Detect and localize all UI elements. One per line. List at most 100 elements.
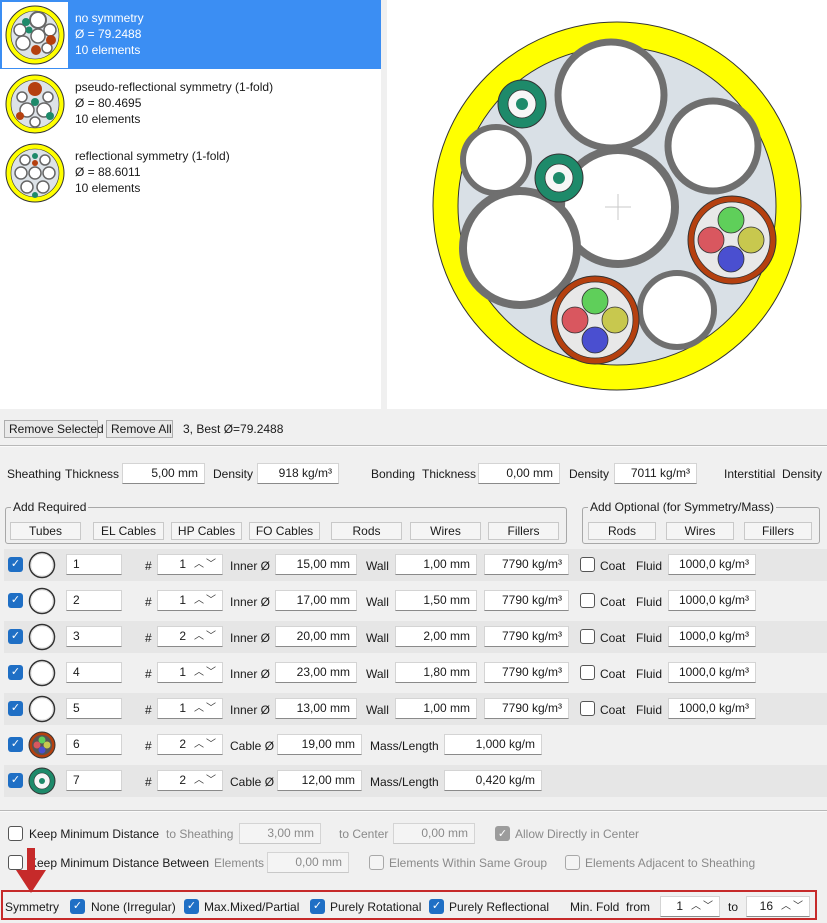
- coat-checkbox[interactable]: [580, 665, 595, 680]
- inner-diameter-field[interactable]: 17,00 mm: [275, 590, 357, 611]
- bonding-thickness-field[interactable]: 0,00 mm: [478, 463, 560, 484]
- solution-thumbnail: [5, 143, 65, 203]
- fluid-density-field[interactable]: 1000,0 kg/m³: [668, 590, 756, 611]
- add-fo-cables-button[interactable]: FO Cables: [249, 522, 320, 540]
- element-name-field[interactable]: 1: [66, 554, 122, 575]
- add-tubes-button[interactable]: Tubes: [10, 522, 81, 540]
- wall-thickness-field[interactable]: 1,00 mm: [395, 554, 477, 575]
- count-label: #: [145, 739, 152, 753]
- wall-thickness-field[interactable]: 1,00 mm: [395, 698, 477, 719]
- sheathing-density-field[interactable]: 918 kg/m³: [257, 463, 339, 484]
- up-down-icon[interactable]: ︿﹀: [194, 555, 218, 574]
- solution-list[interactable]: no symmetry Ø = 79.2488 10 elements pseu…: [0, 0, 381, 409]
- element-name-field[interactable]: 2: [66, 590, 122, 611]
- wall-density-field[interactable]: 7790 kg/m³: [484, 626, 569, 647]
- bonding-density-field[interactable]: 7011 kg/m³: [614, 463, 697, 484]
- symmetry-reflectional-checkbox[interactable]: ✓: [429, 899, 444, 914]
- add-optional-wires-button[interactable]: Wires: [666, 522, 734, 540]
- wall-label: Wall: [366, 595, 389, 609]
- cable-diameter-field[interactable]: 12,00 mm: [277, 770, 362, 791]
- solution-text: no symmetry Ø = 79.2488 10 elements: [75, 10, 144, 58]
- up-down-icon[interactable]: ︿﹀: [194, 771, 218, 790]
- keep-min-distance-checkbox[interactable]: [8, 826, 23, 841]
- add-optional-fillers-button[interactable]: Fillers: [744, 522, 812, 540]
- element-count-stepper[interactable]: 2 ︿﹀: [157, 626, 223, 647]
- coat-checkbox[interactable]: [580, 557, 595, 572]
- up-down-icon[interactable]: ︿﹀: [781, 897, 805, 916]
- coat-checkbox[interactable]: [580, 629, 595, 644]
- cross-section-preview: [387, 0, 827, 409]
- remove-all-button[interactable]: Remove All: [106, 420, 173, 438]
- add-wires-button[interactable]: Wires: [410, 522, 481, 540]
- up-down-icon[interactable]: ︿﹀: [194, 735, 218, 754]
- sheathing-density-label: Density: [213, 467, 254, 481]
- elements-distance-field[interactable]: 0,00 mm: [267, 852, 349, 873]
- add-rods-button[interactable]: Rods: [331, 522, 402, 540]
- allow-center-checkbox[interactable]: ✓: [495, 826, 510, 841]
- element-enabled-checkbox[interactable]: ✓: [8, 737, 23, 752]
- add-fillers-button[interactable]: Fillers: [488, 522, 559, 540]
- element-name-field[interactable]: 6: [66, 734, 122, 755]
- fold-to-stepper[interactable]: 16 ︿﹀: [746, 896, 810, 917]
- to-center-field[interactable]: 0,00 mm: [393, 823, 475, 844]
- coat-checkbox[interactable]: [580, 593, 595, 608]
- wall-density-field[interactable]: 7790 kg/m³: [484, 554, 569, 575]
- sheathing-thickness-field[interactable]: 5,00 mm: [122, 463, 205, 484]
- symmetry-mixed-checkbox[interactable]: ✓: [184, 899, 199, 914]
- coat-checkbox[interactable]: [580, 701, 595, 716]
- element-enabled-checkbox[interactable]: ✓: [8, 665, 23, 680]
- inner-diameter-field[interactable]: 15,00 mm: [275, 554, 357, 575]
- wall-density-field[interactable]: 7790 kg/m³: [484, 590, 569, 611]
- fluid-density-field[interactable]: 1000,0 kg/m³: [668, 698, 756, 719]
- element-name-field[interactable]: 4: [66, 662, 122, 683]
- element-name-field[interactable]: 3: [66, 626, 122, 647]
- up-down-icon[interactable]: ︿﹀: [194, 699, 218, 718]
- element-enabled-checkbox[interactable]: ✓: [8, 557, 23, 572]
- element-enabled-checkbox[interactable]: ✓: [8, 773, 23, 788]
- inner-diameter-field[interactable]: 13,00 mm: [275, 698, 357, 719]
- solution-item-no-symmetry[interactable]: no symmetry Ø = 79.2488 10 elements: [0, 0, 381, 69]
- inner-diameter-field[interactable]: 20,00 mm: [275, 626, 357, 647]
- fluid-density-field[interactable]: 1000,0 kg/m³: [668, 662, 756, 683]
- element-enabled-checkbox[interactable]: ✓: [8, 701, 23, 716]
- element-count-stepper[interactable]: 1 ︿﹀: [157, 554, 223, 575]
- inner-diameter-field[interactable]: 23,00 mm: [275, 662, 357, 683]
- element-count-stepper[interactable]: 1 ︿﹀: [157, 662, 223, 683]
- wall-thickness-field[interactable]: 1,50 mm: [395, 590, 477, 611]
- element-count-stepper[interactable]: 2 ︿﹀: [157, 734, 223, 755]
- cable-diameter-field[interactable]: 19,00 mm: [277, 734, 362, 755]
- wall-thickness-field[interactable]: 1,80 mm: [395, 662, 477, 683]
- element-name-field[interactable]: 5: [66, 698, 122, 719]
- mass-length-field[interactable]: 0,420 kg/m: [444, 770, 542, 791]
- element-count-stepper[interactable]: 1 ︿﹀: [157, 698, 223, 719]
- symmetry-none-checkbox[interactable]: ✓: [70, 899, 85, 914]
- fold-from-stepper[interactable]: 1 ︿﹀: [660, 896, 720, 917]
- element-name-field[interactable]: 7: [66, 770, 122, 791]
- add-optional-rods-button[interactable]: Rods: [588, 522, 656, 540]
- add-hp-cables-button[interactable]: HP Cables: [171, 522, 242, 540]
- same-group-checkbox[interactable]: [369, 855, 384, 870]
- adjacent-sheathing-checkbox[interactable]: [565, 855, 580, 870]
- wall-thickness-field[interactable]: 2,00 mm: [395, 626, 477, 647]
- up-down-icon[interactable]: ︿﹀: [194, 591, 218, 610]
- solution-item-reflectional[interactable]: reflectional symmetry (1-fold) Ø = 88.60…: [0, 138, 381, 207]
- element-enabled-checkbox[interactable]: ✓: [8, 593, 23, 608]
- up-down-icon[interactable]: ︿﹀: [194, 627, 218, 646]
- to-sheathing-field[interactable]: 3,00 mm: [239, 823, 321, 844]
- fluid-density-field[interactable]: 1000,0 kg/m³: [668, 626, 756, 647]
- up-down-icon[interactable]: ︿﹀: [194, 663, 218, 682]
- element-count-stepper[interactable]: 2 ︿﹀: [157, 770, 223, 791]
- wall-density-field[interactable]: 7790 kg/m³: [484, 662, 569, 683]
- up-down-icon[interactable]: ︿﹀: [691, 897, 715, 916]
- remove-selected-button[interactable]: Remove Selected: [4, 420, 104, 438]
- wall-density-field[interactable]: 7790 kg/m³: [484, 698, 569, 719]
- element-enabled-checkbox[interactable]: ✓: [8, 629, 23, 644]
- element-count-stepper[interactable]: 1 ︿﹀: [157, 590, 223, 611]
- fluid-density-field[interactable]: 1000,0 kg/m³: [668, 554, 756, 575]
- inner-diameter-label: Inner Ø: [230, 559, 271, 573]
- fold-from-label: from: [626, 900, 650, 914]
- mass-length-field[interactable]: 1,000 kg/m: [444, 734, 542, 755]
- symmetry-rotational-checkbox[interactable]: ✓: [310, 899, 325, 914]
- solution-item-pseudo-reflectional[interactable]: pseudo-reflectional symmetry (1-fold) Ø …: [0, 69, 381, 138]
- add-el-cables-button[interactable]: EL Cables: [93, 522, 164, 540]
